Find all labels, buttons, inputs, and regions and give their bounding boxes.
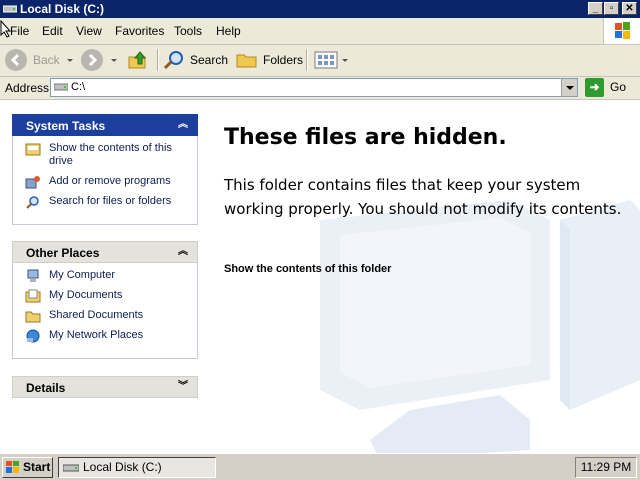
go-arrow-icon: ➜ <box>585 78 604 97</box>
menu-tools[interactable]: Tools <box>174 24 202 38</box>
taskbar-window-label: Local Disk (C:) <box>83 460 162 474</box>
system-tasks-title: System Tasks <box>26 119 106 133</box>
taskbar: Start Local Disk (C:) 11:29 PM <box>0 453 640 480</box>
folders-button[interactable]: Folders <box>263 49 303 71</box>
maximize-button[interactable]: ▫ <box>604 2 619 15</box>
search-icon[interactable] <box>162 49 186 71</box>
views-icon[interactable] <box>314 51 338 69</box>
address-input[interactable]: C:\ <box>50 78 578 97</box>
menu-bar: File Edit View Favorites Tools Help <box>0 18 640 45</box>
task-add-remove-programs[interactable]: Add or remove programs <box>13 175 197 189</box>
minimize-button[interactable]: _ <box>588 2 603 15</box>
taskbar-window-button[interactable]: Local Disk (C:) <box>58 457 216 478</box>
place-shared-documents[interactable]: Shared Documents <box>13 309 197 323</box>
toolbar: Back Search Folders <box>0 45 640 77</box>
menu-file[interactable]: File <box>10 24 29 38</box>
search-button[interactable]: Search <box>190 49 228 71</box>
details-panel: Details ︾ <box>12 376 198 398</box>
menu-help[interactable]: Help <box>216 24 241 38</box>
search-files-icon <box>26 196 39 209</box>
my-computer-icon <box>27 269 39 282</box>
start-button[interactable]: Start <box>2 457 53 478</box>
drive-icon <box>54 83 68 91</box>
show-contents-link[interactable]: Show the contents of this folder <box>224 263 391 275</box>
windows-logo <box>603 18 640 44</box>
toolbar-separator <box>306 49 308 71</box>
menu-view[interactable]: View <box>76 24 102 38</box>
drive-icon <box>3 5 17 13</box>
drive-icon <box>63 464 79 472</box>
hidden-files-description: This folder contains files that keep you… <box>224 176 622 218</box>
hidden-files-heading: These files are hidden. <box>224 125 507 150</box>
address-dropdown-button[interactable] <box>561 79 577 96</box>
address-bar: Address C:\ ➜ Go <box>0 77 640 100</box>
forward-dropdown-icon[interactable] <box>111 59 117 62</box>
show-contents-icon <box>25 143 41 156</box>
up-folder-button[interactable] <box>126 49 150 71</box>
back-button[interactable]: Back <box>33 49 60 71</box>
collapse-chevron-icon[interactable]: ︽ <box>178 245 188 259</box>
details-title: Details <box>26 381 66 395</box>
system-tasks-header[interactable]: System Tasks ︽ <box>12 114 198 136</box>
expand-chevron-icon[interactable]: ︾ <box>178 380 188 394</box>
back-dropdown-icon[interactable] <box>67 59 73 62</box>
close-button[interactable]: ✕ <box>622 2 637 15</box>
system-tasks-panel: System Tasks ︽ Show the contents of this… <box>12 114 198 225</box>
collapse-chevron-icon[interactable]: ︽ <box>178 118 188 132</box>
place-my-documents[interactable]: My Documents <box>13 289 197 303</box>
my-documents-icon <box>25 289 41 303</box>
task-show-contents[interactable]: Show the contents of this drive <box>13 142 197 168</box>
network-places-icon <box>26 329 40 343</box>
toolbar-separator <box>157 49 159 71</box>
windows-flag-icon <box>615 22 630 39</box>
menu-favorites[interactable]: Favorites <box>115 24 164 38</box>
system-clock[interactable]: 11:29 PM <box>575 457 637 478</box>
go-label: Go <box>610 80 627 94</box>
forward-arrow-icon[interactable] <box>81 49 103 71</box>
back-arrow-icon[interactable] <box>5 49 27 71</box>
start-label: Start <box>23 460 51 474</box>
title-bar[interactable]: Local Disk (C:) _ ▫ ✕ <box>0 0 640 18</box>
window-title: Local Disk (C:) <box>20 2 105 16</box>
place-my-computer[interactable]: My Computer <box>13 269 197 282</box>
place-my-network-places[interactable]: My Network Places <box>13 329 197 343</box>
address-value: C:\ <box>71 81 86 93</box>
shared-documents-icon <box>25 311 41 323</box>
folders-icon[interactable] <box>235 49 259 71</box>
menu-edit[interactable]: Edit <box>42 24 63 38</box>
up-folder-icon <box>128 51 147 69</box>
content-area: System Tasks ︽ Show the contents of this… <box>0 100 640 453</box>
other-places-header[interactable]: Other Places ︽ <box>12 241 198 263</box>
task-search-files[interactable]: Search for files or folders <box>13 195 197 209</box>
other-places-title: Other Places <box>26 246 100 260</box>
windows-flag-icon <box>6 461 19 473</box>
add-remove-programs-icon <box>25 176 40 189</box>
details-header[interactable]: Details ︾ <box>12 376 198 398</box>
mouse-cursor-icon <box>0 20 12 38</box>
views-dropdown-icon[interactable] <box>342 59 348 62</box>
other-places-panel: Other Places ︽ My Computer My Documents … <box>12 241 198 359</box>
go-button[interactable]: ➜ Go <box>585 78 637 97</box>
address-label: Address <box>5 81 50 95</box>
